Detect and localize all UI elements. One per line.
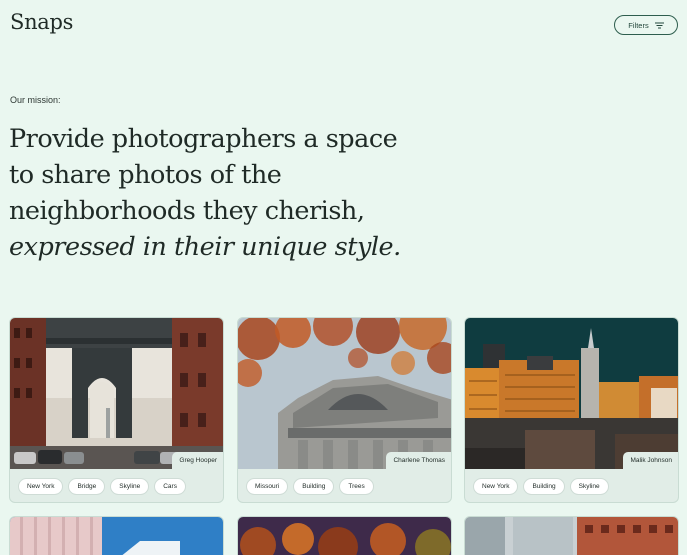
logo[interactable]: Snaps	[10, 10, 73, 34]
tag[interactable]: Cars	[154, 478, 186, 495]
mission-statement: Provide photographers a space to share p…	[9, 121, 429, 265]
mission-line: to share photos of the	[9, 160, 282, 190]
tag[interactable]: Building	[523, 478, 565, 495]
header: Snaps Filters	[0, 0, 687, 50]
tag[interactable]: Bridge	[68, 478, 106, 495]
mission-label: Our mission:	[10, 95, 61, 105]
tag[interactable]: Trees	[339, 478, 374, 495]
tag[interactable]: Missouri	[246, 478, 289, 495]
tag-list: Missouri Building Trees	[246, 478, 374, 495]
photo-card[interactable]: Greg Hooper New York Bridge Skyline Cars	[9, 317, 224, 503]
photo-author[interactable]: Charlene Thomas	[386, 452, 451, 469]
mission-italic-line: expressed in their unique style.	[9, 232, 401, 262]
tag[interactable]: Building	[293, 478, 335, 495]
city-buildings-photo[interactable]	[465, 517, 679, 555]
tag-list: New York Building Skyline	[473, 478, 609, 495]
photo-author[interactable]: Greg Hooper	[172, 452, 223, 469]
photo-card-partial[interactable]	[237, 516, 452, 555]
photo-card-partial[interactable]	[9, 516, 224, 555]
autumn-trees-photo[interactable]	[238, 517, 452, 555]
tag[interactable]: Skyline	[569, 478, 609, 495]
photo-card[interactable]: Malik Johnson New York Building Skyline	[464, 317, 679, 503]
filter-lines-icon	[654, 22, 664, 29]
photo-author[interactable]: Malik Johnson	[623, 452, 678, 469]
filters-label: Filters	[628, 20, 649, 30]
architecture-photo[interactable]	[10, 517, 224, 555]
photo-card[interactable]: Charlene Thomas Missouri Building Trees	[237, 317, 452, 503]
building-trees-photo[interactable]	[238, 318, 451, 469]
mission-line: neighborhoods they cherish,	[9, 196, 365, 226]
bridge-photo[interactable]	[10, 318, 223, 469]
filters-button[interactable]: Filters	[614, 15, 678, 35]
mission-line: Provide photographers a space	[9, 124, 398, 154]
skyline-photo[interactable]	[465, 318, 678, 469]
tag-list: New York Bridge Skyline Cars	[18, 478, 186, 495]
photo-card-partial[interactable]	[464, 516, 679, 555]
tag[interactable]: New York	[18, 478, 64, 495]
tag[interactable]: Skyline	[110, 478, 150, 495]
tag[interactable]: New York	[473, 478, 519, 495]
